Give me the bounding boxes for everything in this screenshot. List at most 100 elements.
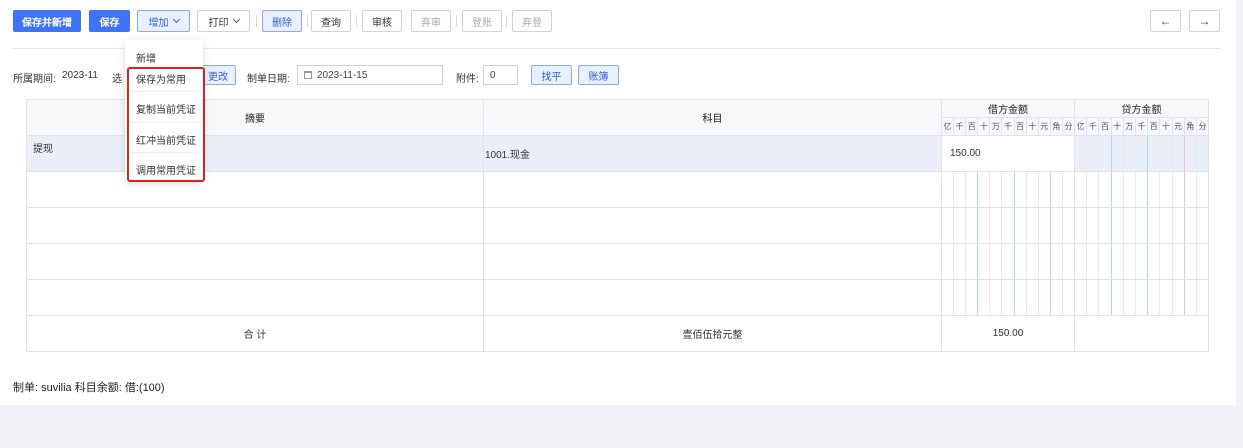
toolbar-divider xyxy=(307,15,308,27)
credit-cell[interactable] xyxy=(1074,207,1209,244)
prev-voucher-button[interactable]: ← xyxy=(1150,10,1181,32)
credit-cell[interactable] xyxy=(1074,243,1209,280)
digit-unit: 元 xyxy=(1171,118,1184,135)
digit-unit: 百 xyxy=(1013,118,1026,135)
digit-unit: 角 xyxy=(1183,118,1196,135)
debit-cell[interactable] xyxy=(941,243,1075,280)
credit-cell[interactable] xyxy=(1074,135,1209,172)
digit-unit: 角 xyxy=(1049,118,1062,135)
add-dropdown-button[interactable]: 增加 xyxy=(137,10,190,32)
debit-cell[interactable] xyxy=(941,207,1075,244)
digit-unit: 分 xyxy=(1061,118,1074,135)
debit-cell-lines xyxy=(942,208,1074,243)
debit-cell-lines xyxy=(942,172,1074,207)
summary-cell[interactable] xyxy=(26,207,484,244)
digit-unit: 分 xyxy=(1195,118,1208,135)
toolbar-divider xyxy=(256,15,257,27)
debit-header: 借方金额 xyxy=(941,99,1075,118)
add-button-label: 增加 xyxy=(148,17,169,29)
digit-unit: 万 xyxy=(1122,118,1135,135)
attachment-label: 附件: xyxy=(456,74,479,85)
table-row[interactable] xyxy=(26,243,1209,280)
period-label: 所属期间: xyxy=(13,74,56,85)
attachment-count-input[interactable]: 0 xyxy=(483,65,518,85)
arrow-right-icon: → xyxy=(1198,14,1211,28)
digit-unit: 亿 xyxy=(1076,122,1085,131)
account-cell[interactable] xyxy=(483,279,942,316)
query-button[interactable]: 查询 xyxy=(311,10,351,32)
balance-button[interactable]: 找平 xyxy=(531,65,572,85)
menu-item-new[interactable]: 新增 xyxy=(136,50,156,65)
credit-digit-header: 亿千百十万千百十元角分 xyxy=(1074,117,1209,136)
voucher-panel: 保存并新增 保存 增加 打印 删除 查询 审核 弃审 登账 弃登 ← → 所属期… xyxy=(0,0,1236,405)
debit-cell[interactable] xyxy=(941,171,1075,208)
summary-cell[interactable] xyxy=(26,279,484,316)
digit-unit: 十 xyxy=(1025,118,1038,135)
date-value: 2023-11-15 xyxy=(317,69,368,81)
account-cell[interactable] xyxy=(483,171,942,208)
summary-cell[interactable]: 提现 xyxy=(26,135,484,172)
print-button-label: 打印 xyxy=(208,17,229,29)
summary-cell[interactable] xyxy=(26,171,484,208)
debit-digit-header: 亿千百十万千百十元角分 xyxy=(941,117,1075,136)
print-dropdown-button[interactable]: 打印 xyxy=(197,10,250,32)
ledger-button[interactable]: 账簿 xyxy=(578,65,619,85)
credit-cell-lines xyxy=(1075,136,1208,171)
delete-button[interactable]: 删除 xyxy=(262,10,302,32)
date-label: 制单日期: xyxy=(247,74,290,85)
total-label: 合 计 xyxy=(26,315,484,352)
debit-cell-lines xyxy=(942,244,1074,279)
credit-cell-lines xyxy=(1075,172,1208,207)
digit-units: 亿千百十万千百十元角分 xyxy=(942,118,1074,135)
chevron-down-icon xyxy=(172,15,180,24)
digit-unit: 百 xyxy=(965,118,977,135)
unpost-button[interactable]: 弃登 xyxy=(512,10,552,32)
account-cell[interactable]: 1001.现金 xyxy=(483,135,942,172)
debit-cell-lines xyxy=(942,280,1074,315)
credit-cell[interactable] xyxy=(1074,171,1209,208)
toolbar-divider xyxy=(356,15,357,27)
total-row: 合 计 壹佰伍拾元整 150.00 xyxy=(26,315,1209,352)
post-button[interactable]: 登账 xyxy=(462,10,502,32)
save-button[interactable]: 保存 xyxy=(89,10,130,32)
debit-cell[interactable] xyxy=(941,279,1075,316)
audit-button[interactable]: 审核 xyxy=(362,10,402,32)
digit-unit: 亿 xyxy=(943,122,952,131)
total-debit: 150.00 xyxy=(941,315,1075,352)
digit-unit: 十 xyxy=(977,118,989,135)
change-button[interactable]: 更改 xyxy=(200,65,236,85)
account-cell[interactable] xyxy=(483,243,942,280)
table-row[interactable] xyxy=(26,207,1209,244)
credit-cell-lines xyxy=(1075,208,1208,243)
digit-unit: 千 xyxy=(1134,118,1147,135)
digit-unit: 元 xyxy=(1037,118,1050,135)
account-cell[interactable] xyxy=(483,207,942,244)
credit-cell[interactable] xyxy=(1074,279,1209,316)
digit-unit: 万 xyxy=(989,118,1001,135)
digit-unit: 千 xyxy=(1086,118,1098,135)
total-amount-words: 壹佰伍拾元整 xyxy=(483,315,942,352)
digit-unit: 千 xyxy=(1001,118,1013,135)
date-field[interactable]: 2023-11-15 xyxy=(297,65,443,85)
account-header: 科目 xyxy=(483,99,942,136)
unaudit-button[interactable]: 弃审 xyxy=(411,10,451,32)
next-voucher-button[interactable]: → xyxy=(1189,10,1220,32)
save-and-new-button[interactable]: 保存并新增 xyxy=(13,10,81,32)
digit-unit: 十 xyxy=(1110,118,1123,135)
debit-cell[interactable]: 150.00 xyxy=(941,135,1075,172)
digit-unit: 百 xyxy=(1098,118,1110,135)
calendar-icon xyxy=(304,71,312,79)
arrow-left-icon: ← xyxy=(1159,14,1172,28)
digit-unit: 十 xyxy=(1159,118,1171,135)
digit-unit: 百 xyxy=(1147,118,1159,135)
table-row[interactable] xyxy=(26,279,1209,316)
highlight-box xyxy=(127,67,205,182)
digit-units: 亿千百十万千百十元角分 xyxy=(1075,118,1208,135)
digit-unit: 千 xyxy=(953,118,965,135)
toolbar-divider xyxy=(506,15,507,27)
summary-cell[interactable] xyxy=(26,243,484,280)
credit-cell-lines xyxy=(1075,280,1208,315)
period-value: 2023-11 xyxy=(62,70,98,81)
credit-header: 贷方金额 xyxy=(1074,99,1209,118)
toolbar-divider xyxy=(456,15,457,27)
